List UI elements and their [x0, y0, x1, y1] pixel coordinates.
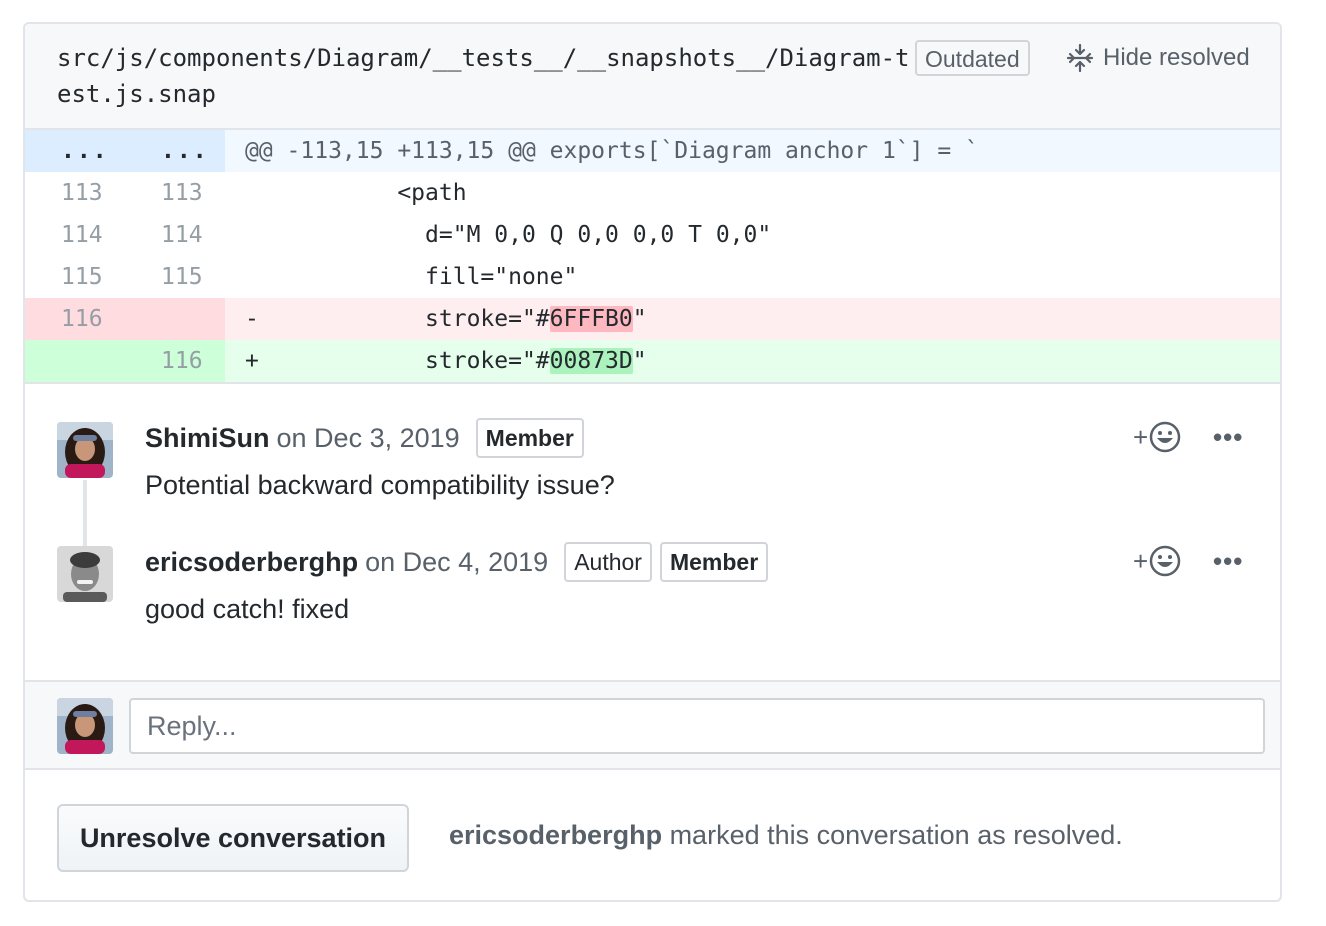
- diff-sign: +: [245, 348, 259, 374]
- diff-code: + stroke="#00873D": [225, 340, 1280, 382]
- resolver-name[interactable]: ericsoderberghp: [449, 820, 662, 850]
- diff-code-text: stroke="#: [258, 306, 550, 332]
- new-line-number[interactable]: 113: [125, 172, 225, 214]
- resolved-message: ericsoderberghp marked this conversation…: [449, 820, 1123, 851]
- avatar-image: [57, 422, 113, 478]
- diff-code-text: fill="none": [258, 264, 578, 290]
- hunk-header: ... ... @@ -113,15 +113,15 @@ exports[`D…: [25, 130, 1280, 172]
- old-line-number[interactable]: [25, 340, 125, 382]
- review-thread-card: src/js/components/Diagram/__tests__/__sn…: [23, 22, 1282, 902]
- comment-body: Potential backward compatibility issue?: [145, 470, 615, 500]
- diff-code-text: ": [632, 306, 647, 332]
- diff-code-text: ": [632, 348, 647, 374]
- hunk-expand-left[interactable]: ...: [25, 130, 125, 172]
- diff-code: fill="none": [225, 256, 1280, 298]
- diff-code-text: stroke="#: [258, 348, 550, 374]
- author-badge: Author: [564, 542, 652, 582]
- new-line-number[interactable]: 116: [125, 340, 225, 382]
- hunk-text: @@ -113,15 +113,15 @@ exports[`Diagram a…: [225, 130, 1280, 172]
- current-user-avatar: [57, 698, 113, 754]
- hunk-expand-right[interactable]: ...: [125, 130, 225, 172]
- avatar[interactable]: [57, 422, 113, 478]
- avatar-image: [57, 546, 113, 602]
- file-path[interactable]: src/js/components/Diagram/__tests__/__sn…: [57, 40, 917, 112]
- add-reaction-button[interactable]: +: [1133, 420, 1182, 454]
- diff-code-text: d="M 0,0 Q 0,0 0,0 T 0,0": [258, 222, 772, 248]
- diff-sign: [245, 264, 259, 290]
- diff-line: 113 113 <path: [25, 172, 1280, 214]
- diff-table: ... ... @@ -113,15 +113,15 @@ exports[`D…: [25, 130, 1280, 382]
- member-badge: Member: [475, 418, 584, 458]
- hide-resolved-button[interactable]: Hide resolved: [1065, 40, 1250, 76]
- resolved-text: marked this conversation as resolved.: [662, 820, 1123, 850]
- comment-options-button[interactable]: •••: [1213, 422, 1243, 453]
- add-reaction-button[interactable]: +: [1133, 544, 1182, 578]
- comment-author[interactable]: ShimiSun: [145, 423, 270, 454]
- plus-icon: +: [1133, 421, 1149, 452]
- smiley-icon: [1149, 545, 1181, 577]
- changed-token: 6FFFB0: [549, 306, 633, 332]
- smiley-icon: [1149, 421, 1181, 453]
- comment-header: ericsoderberghp on Dec 4, 2019 Author Me…: [145, 542, 769, 582]
- fold-icon: [1066, 43, 1094, 73]
- comment-date[interactable]: on Dec 4, 2019: [365, 547, 548, 578]
- old-line-number[interactable]: 116: [25, 298, 125, 340]
- diff-sign: [245, 180, 259, 206]
- diff-code-text: <path: [258, 180, 467, 206]
- new-line-number[interactable]: 114: [125, 214, 225, 256]
- plus-icon: +: [1133, 545, 1149, 576]
- comment-header: ShimiSun on Dec 3, 2019 Member: [145, 418, 584, 458]
- diff-line: 115 115 fill="none": [25, 256, 1280, 298]
- changed-token: 00873D: [549, 348, 633, 374]
- diff-code: - stroke="#6FFFB0": [225, 298, 1280, 340]
- avatar-image: [57, 698, 113, 754]
- member-badge: Member: [659, 542, 769, 582]
- reply-row: [25, 680, 1280, 770]
- resolution-footer: Unresolve conversation ericsoderberghp m…: [25, 770, 1280, 900]
- diff-code: <path: [225, 172, 1280, 214]
- diff-sign: -: [245, 306, 259, 332]
- diff-sign: [245, 222, 259, 248]
- comment-options-button[interactable]: •••: [1213, 546, 1243, 577]
- avatar[interactable]: [57, 546, 113, 602]
- thread-connector: [83, 480, 87, 546]
- old-line-number[interactable]: 114: [25, 214, 125, 256]
- unresolve-conversation-button[interactable]: Unresolve conversation: [57, 804, 409, 872]
- hide-resolved-label: Hide resolved: [1103, 44, 1250, 71]
- new-line-number[interactable]: [125, 298, 225, 340]
- comment-body: good catch! fixed: [145, 594, 350, 624]
- comment-list: ShimiSun on Dec 3, 2019 Member + ••• Pot…: [25, 382, 1280, 664]
- old-line-number[interactable]: 113: [25, 172, 125, 214]
- outdated-label: Outdated: [915, 40, 1030, 76]
- reply-input[interactable]: [129, 698, 1265, 754]
- comment-date[interactable]: on Dec 3, 2019: [277, 423, 460, 454]
- diff-line-added: 116 + stroke="#00873D": [25, 340, 1280, 382]
- comment-author[interactable]: ericsoderberghp: [145, 547, 358, 578]
- diff-code: d="M 0,0 Q 0,0 0,0 T 0,0": [225, 214, 1280, 256]
- diff-line: 114 114 d="M 0,0 Q 0,0 0,0 T 0,0": [25, 214, 1280, 256]
- old-line-number[interactable]: 115: [25, 256, 125, 298]
- file-header: src/js/components/Diagram/__tests__/__sn…: [25, 24, 1280, 130]
- diff-line-deleted: 116 - stroke="#6FFFB0": [25, 298, 1280, 340]
- new-line-number[interactable]: 115: [125, 256, 225, 298]
